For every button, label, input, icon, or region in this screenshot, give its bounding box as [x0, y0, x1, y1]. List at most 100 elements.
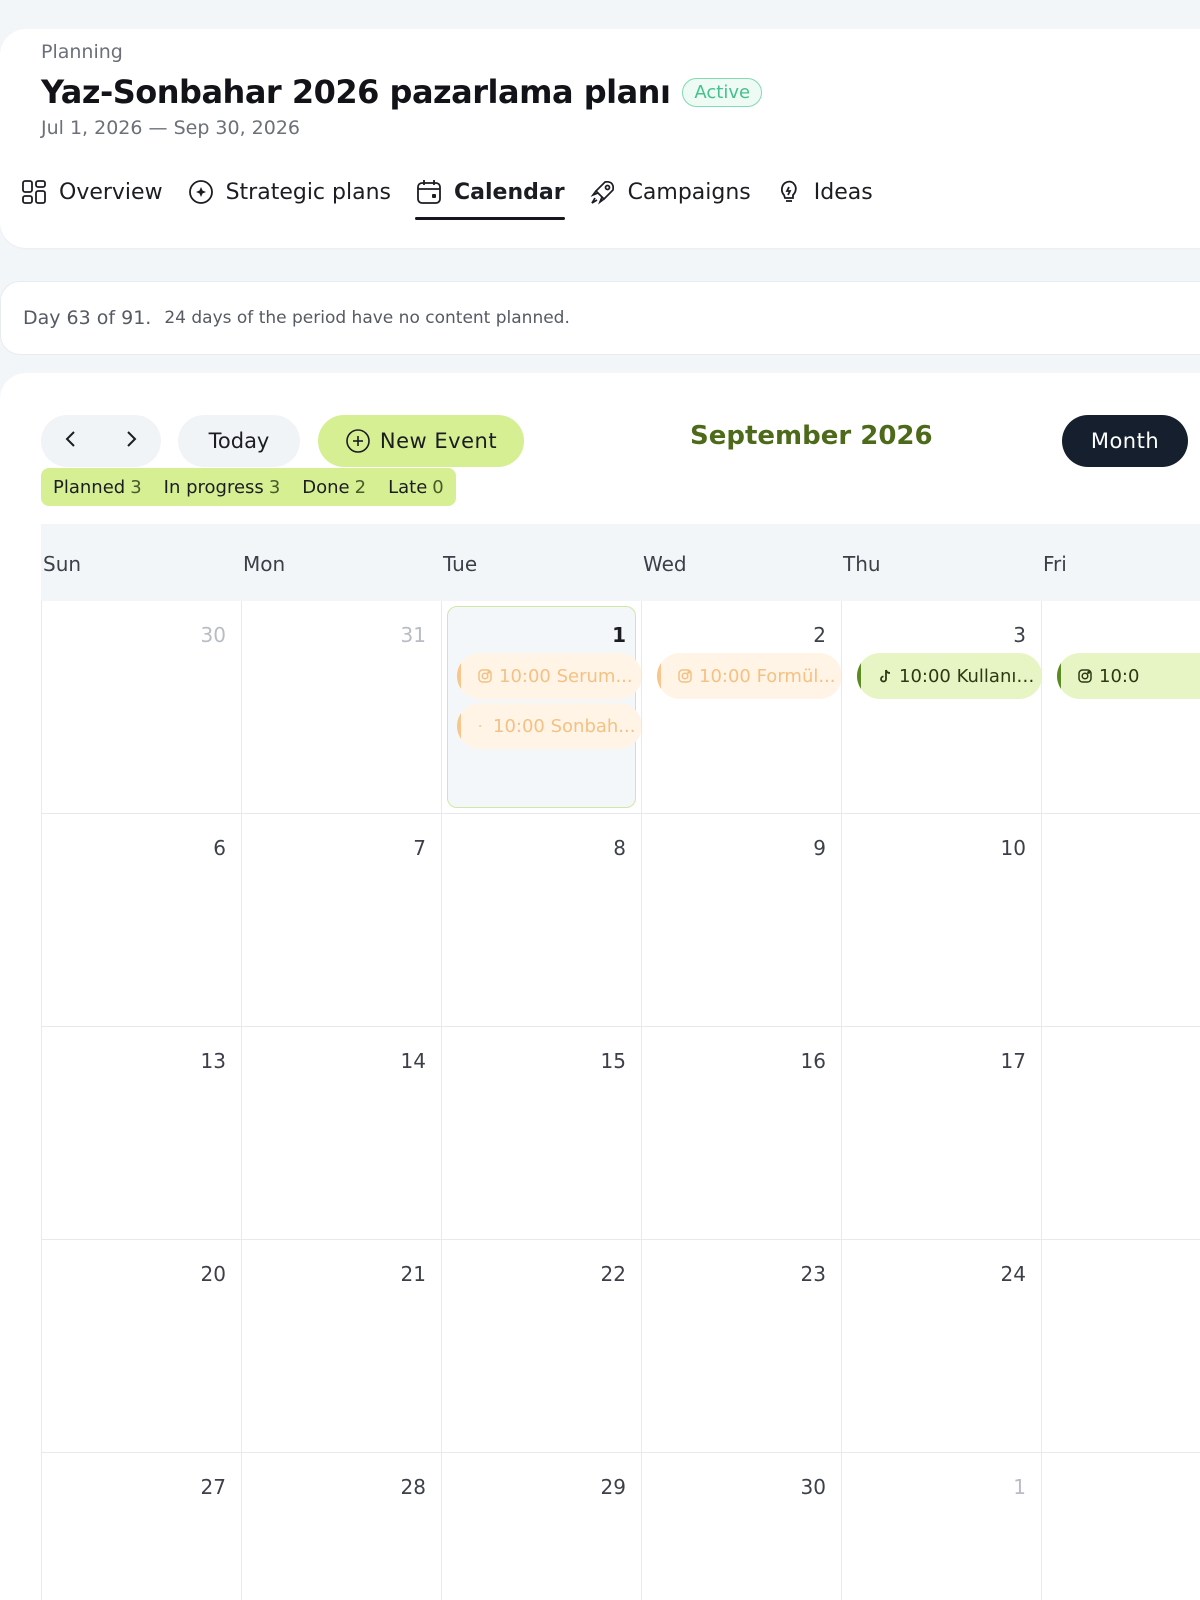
chevron-right-icon: [127, 431, 137, 447]
instagram-icon: [478, 669, 492, 683]
breadcrumb[interactable]: Planning: [41, 41, 123, 63]
day-number: 2: [813, 623, 826, 647]
day-cell[interactable]: 9: [641, 814, 841, 1027]
lightbulb-icon: [780, 180, 797, 202]
day-cell[interactable]: 1: [841, 1453, 1041, 1600]
event-title: 10:0: [1099, 665, 1140, 687]
day-cell[interactable]: 29: [441, 1453, 641, 1600]
weekday-label: Mon: [243, 552, 286, 576]
tab-campaigns[interactable]: Campaigns: [589, 172, 751, 212]
day-cell[interactable]: 15: [441, 1027, 641, 1240]
day-cell[interactable]: [1041, 1240, 1200, 1453]
day-cell[interactable]: [1041, 1027, 1200, 1240]
day-cell[interactable]: 21: [241, 1240, 441, 1453]
next-month-button[interactable]: [120, 428, 142, 454]
week-row: 27 28 29 30 1: [41, 1453, 1200, 1600]
day-cell[interactable]: 28: [241, 1453, 441, 1600]
day-number: 17: [1000, 1049, 1026, 1073]
day-number: 6: [213, 836, 226, 860]
chevron-left-icon: [65, 431, 75, 447]
status-planned[interactable]: Planned 3: [53, 477, 142, 498]
day-number: 7: [413, 836, 426, 860]
weekday-label: Sun: [43, 552, 82, 576]
day-cell[interactable]: 14: [241, 1027, 441, 1240]
day-cell[interactable]: [1041, 814, 1200, 1027]
day-cell[interactable]: 3 10:00 Kullanıc...: [841, 601, 1042, 814]
plus-circle-icon: [346, 429, 370, 453]
day-number: 24: [1000, 1262, 1026, 1286]
day-number: 10: [1000, 836, 1026, 860]
day-number: 21: [400, 1262, 426, 1286]
calendar-event[interactable]: 10:00 Formül...: [657, 653, 842, 699]
day-cell[interactable]: 22: [441, 1240, 641, 1453]
today-button[interactable]: Today: [178, 415, 300, 467]
calendar-event[interactable]: 10:0: [1057, 653, 1200, 699]
day-number: 1: [1013, 1475, 1026, 1499]
tab-ideas[interactable]: Ideas: [775, 172, 873, 212]
day-cell[interactable]: 23: [641, 1240, 841, 1453]
day-number: 13: [200, 1049, 226, 1073]
day-cell[interactable]: 16: [641, 1027, 841, 1240]
day-cell[interactable]: 30: [641, 1453, 841, 1600]
calendar-event[interactable]: 10:00 Sonbah...: [457, 703, 642, 749]
tiktok-icon: [880, 669, 891, 683]
grid-icon: [22, 180, 46, 204]
month-grid: Sun Mon Tue Wed Thu Fri 30 31 1 10:00 Se…: [41, 524, 1200, 1600]
plan-tabs: Overview Strategic plans Calendar Campai…: [20, 172, 897, 220]
day-cell[interactable]: 7: [241, 814, 441, 1027]
day-cell[interactable]: 2 10:00 Formül...: [641, 601, 842, 814]
day-cell[interactable]: 6: [41, 814, 241, 1027]
day-cell[interactable]: 8: [441, 814, 641, 1027]
day-progress: Day 63 of 91.: [23, 307, 152, 329]
weekday-label: Tue: [443, 552, 478, 576]
status-summary: Planned 3 In progress 3 Done 2 Late 0: [41, 468, 456, 506]
status-badge: Active: [682, 77, 763, 107]
day-number: 23: [800, 1262, 826, 1286]
week-row: 6 7 8 9 10: [41, 814, 1200, 1027]
status-late[interactable]: Late 0: [388, 477, 444, 498]
day-number: 31: [400, 623, 426, 647]
day-number: 28: [400, 1475, 426, 1499]
instagram-icon: [1078, 669, 1092, 683]
new-event-button[interactable]: New Event: [318, 415, 524, 467]
week-row: 30 31 1 10:00 Serum... 10:00 Sonbah... 2…: [41, 601, 1200, 814]
day-cell[interactable]: [1041, 1453, 1200, 1600]
day-cell[interactable]: 24: [841, 1240, 1041, 1453]
day-cell[interactable]: 27: [41, 1453, 241, 1600]
day-cell[interactable]: 10: [841, 814, 1041, 1027]
day-cell[interactable]: 10:0: [1041, 601, 1200, 814]
prev-month-button[interactable]: [60, 428, 82, 454]
day-number: 27: [200, 1475, 226, 1499]
event-title: 10:00 Kullanıc...: [899, 665, 1042, 687]
day-number: 15: [600, 1049, 626, 1073]
day-cell[interactable]: 30: [41, 601, 241, 814]
status-done[interactable]: Done 2: [302, 477, 366, 498]
tab-calendar[interactable]: Calendar: [415, 172, 565, 220]
tab-strategic-plans[interactable]: Strategic plans: [187, 172, 391, 212]
day-cell[interactable]: 31: [241, 601, 441, 814]
period-info-bar: Day 63 of 91. 24 days of the period have…: [0, 281, 1200, 355]
day-number: 14: [400, 1049, 426, 1073]
unplanned-note: 24 days of the period have no content pl…: [164, 308, 570, 328]
day-cell-today[interactable]: 1 10:00 Serum... 10:00 Sonbah...: [441, 601, 642, 814]
day-cell[interactable]: 20: [41, 1240, 241, 1453]
day-number: 8: [613, 836, 626, 860]
tab-label: Calendar: [454, 179, 565, 205]
day-number: 29: [600, 1475, 626, 1499]
day-cell[interactable]: 13: [41, 1027, 241, 1240]
view-month-button[interactable]: Month: [1062, 415, 1188, 467]
weekday-header: Sun Mon Tue Wed Thu Fri: [41, 524, 1200, 601]
day-number: 22: [600, 1262, 626, 1286]
day-number: 30: [200, 623, 226, 647]
calendar-event[interactable]: 10:00 Kullanıc...: [857, 653, 1042, 699]
status-in-progress[interactable]: In progress 3: [164, 477, 281, 498]
day-cell[interactable]: 17: [841, 1027, 1041, 1240]
week-row: 20 21 22 23 24: [41, 1240, 1200, 1453]
tab-overview[interactable]: Overview: [20, 172, 163, 212]
event-title: 10:00 Serum...: [499, 665, 633, 687]
day-number: 1: [612, 623, 626, 647]
day-number: 3: [1013, 623, 1026, 647]
event-title: 10:00 Formül...: [699, 665, 836, 687]
calendar-event[interactable]: 10:00 Serum...: [457, 653, 642, 699]
compass-icon: [188, 180, 213, 204]
